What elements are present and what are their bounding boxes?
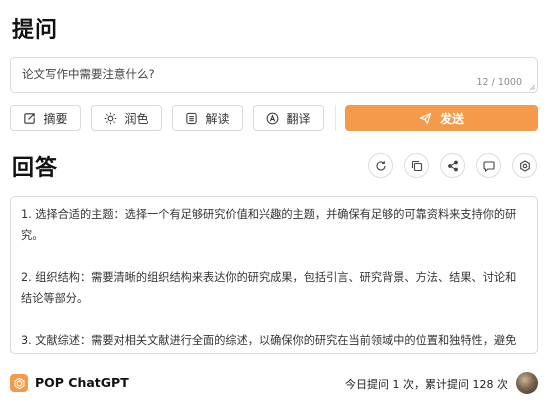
copy-icon xyxy=(411,160,422,171)
list-box-icon xyxy=(186,112,198,124)
summary-button[interactable]: 摘要 xyxy=(10,105,81,131)
char-counter: 12 / 1000 xyxy=(476,77,522,88)
app-logo-icon xyxy=(10,374,28,392)
refresh-icon xyxy=(375,160,386,170)
interpret-label: 解读 xyxy=(205,111,230,126)
question-input-value[interactable]: 论文写作中需要注意什么? xyxy=(22,66,155,82)
comment-icon xyxy=(482,160,495,172)
interpret-button[interactable]: 解读 xyxy=(172,105,243,131)
polish-button[interactable]: 润色 xyxy=(91,105,162,131)
usage-stats: 今日提问 1 次，累计提问 128 次 xyxy=(345,378,508,391)
answer-paragraph: 1. 选择合适的主题：选择一个有足够研究价值和兴趣的主题，并确保有足够的可靠资料… xyxy=(21,208,517,242)
comment-button[interactable] xyxy=(476,153,501,178)
translate-button[interactable]: 翻译 xyxy=(253,105,324,131)
translate-icon xyxy=(267,112,279,124)
summary-label: 摘要 xyxy=(43,111,68,126)
settings-icon xyxy=(519,159,530,172)
user-avatar[interactable] xyxy=(516,372,538,394)
polish-label: 润色 xyxy=(124,111,149,126)
translate-label: 翻译 xyxy=(286,111,311,126)
refresh-button[interactable] xyxy=(368,153,393,178)
settings-button[interactable] xyxy=(512,153,537,178)
answer-heading: 回答 xyxy=(12,156,59,181)
answer-text: 1. 选择合适的主题：选择一个有足够研究价值和兴趣的主题，并确保有足够的可靠资料… xyxy=(11,197,537,351)
summary-icon xyxy=(24,112,36,124)
question-heading: 提问 xyxy=(12,18,59,43)
share-icon xyxy=(447,160,458,171)
brand-name: POP ChatGPT xyxy=(35,375,129,390)
resize-handle-icon[interactable] xyxy=(529,84,535,90)
share-button[interactable] xyxy=(440,153,465,178)
send-button[interactable]: 发送 xyxy=(345,105,538,131)
answer-panel[interactable]: 1. 选择合适的主题：选择一个有足够研究价值和兴趣的主题，并确保有足够的可靠资料… xyxy=(10,196,538,354)
paper-plane-icon xyxy=(419,112,432,124)
copy-button[interactable] xyxy=(404,153,429,178)
question-input[interactable]: 论文写作中需要注意什么? 12 / 1000 xyxy=(10,57,538,93)
answer-paragraph: 2. 组织结构：需要清晰的组织结构来表达你的研究成果，包括引言、研究背景、方法、… xyxy=(21,271,517,305)
send-label: 发送 xyxy=(439,111,464,126)
toolbar-divider xyxy=(335,105,336,131)
sun-icon xyxy=(105,112,117,124)
answer-paragraph: 3. 文献综述：需要对相关文献进行全面的综述，以确保你的研究在当前领域中的位置和… xyxy=(21,334,517,347)
